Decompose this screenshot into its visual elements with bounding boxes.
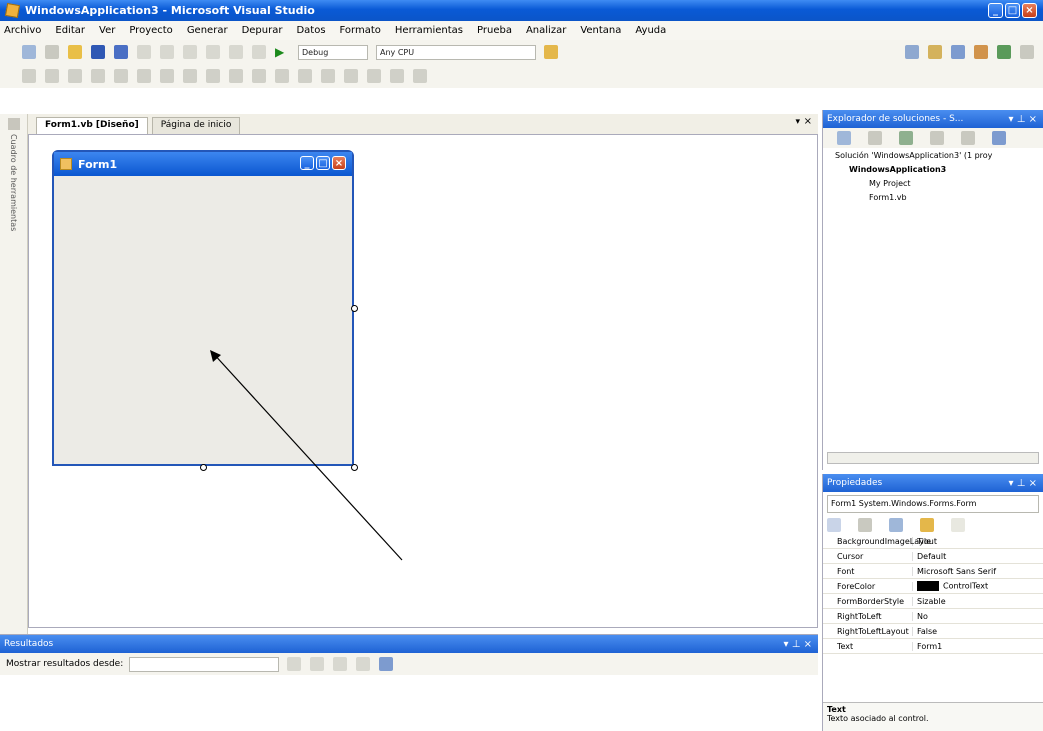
word-wrap-icon[interactable] — [379, 657, 394, 671]
output-label: Mostrar resultados desde: — [6, 659, 124, 669]
clear-all-icon[interactable] — [356, 657, 371, 671]
properties-toolbar — [823, 516, 1043, 534]
prop-row[interactable]: Text Form1 — [823, 639, 1043, 654]
tree-solution[interactable]: Solución 'WindowsApplication3' (1 proy — [835, 151, 1043, 165]
solution-scrollbar[interactable] — [827, 452, 1039, 464]
output-header: Resultados ▾ ⊥ × — [0, 635, 818, 653]
solution-explorer-pane: Explorador de soluciones - S... ▾ ⊥ × So… — [822, 110, 1043, 470]
output-title: Resultados — [4, 639, 54, 649]
description-title: Text — [827, 705, 846, 714]
se-class-diagram-icon[interactable] — [992, 131, 1006, 145]
prop-row[interactable]: RightToLeftLayout False — [823, 624, 1043, 639]
solution-explorer-header: Explorador de soluciones - S... ▾ ⊥ × — [823, 110, 1043, 128]
prev-message-icon[interactable] — [310, 657, 325, 671]
se-view-code-icon[interactable] — [930, 131, 944, 145]
color-swatch — [917, 581, 939, 591]
next-message-icon[interactable] — [333, 657, 348, 671]
prop-row[interactable]: BackgroundImageLayout Tile — [823, 534, 1043, 549]
props-view-icon[interactable] — [889, 518, 903, 532]
prop-row[interactable]: Font Microsoft Sans Serif — [823, 564, 1043, 579]
events-icon[interactable] — [920, 518, 934, 532]
alphabetical-icon[interactable] — [858, 518, 872, 532]
output-pane: Resultados ▾ ⊥ × Mostrar resultados desd… — [0, 634, 818, 731]
properties-header: Propiedades ▾ ⊥ × — [823, 474, 1043, 492]
se-properties-icon[interactable] — [837, 131, 851, 145]
property-description: Text Texto asociado al control. — [823, 702, 1043, 731]
se-show-all-icon[interactable] — [868, 131, 882, 145]
output-controls-icon[interactable]: ▾ ⊥ × — [784, 639, 812, 650]
se-view-designer-icon[interactable] — [961, 131, 975, 145]
output-toolbar: Mostrar resultados desde: — [0, 653, 818, 675]
prop-row[interactable]: RightToLeft No — [823, 609, 1043, 624]
solution-tree: Solución 'WindowsApplication3' (1 proy W… — [823, 148, 1043, 207]
solution-explorer-title: Explorador de soluciones - S... — [827, 114, 964, 124]
se-refresh-icon[interactable] — [899, 131, 913, 145]
output-source-combo[interactable] — [129, 656, 280, 672]
properties-grid: BackgroundImageLayout Tile Cursor Default … — [823, 534, 1043, 654]
tree-my-project[interactable]: My Project — [835, 179, 1043, 193]
properties-title: Propiedades — [827, 478, 883, 488]
prop-row[interactable]: FormBorderStyle Sizable — [823, 594, 1043, 609]
prop-row[interactable]: ForeColor ControlText — [823, 579, 1043, 594]
prop-row[interactable]: Cursor Default — [823, 549, 1043, 564]
properties-pane: Propiedades ▾ ⊥ × Form1 System.Windows.F… — [822, 474, 1043, 731]
pane-controls-icon[interactable]: ▾ ⊥ × — [1009, 114, 1037, 125]
object-selector[interactable]: Form1 System.Windows.Forms.Form — [827, 495, 1039, 513]
props-controls-icon[interactable]: ▾ ⊥ × — [1009, 478, 1037, 489]
description-body: Texto asociado al control. — [827, 714, 929, 723]
find-message-icon[interactable] — [287, 657, 302, 671]
tree-project[interactable]: WindowsApplication3 — [835, 165, 1043, 179]
property-pages-icon[interactable] — [951, 518, 965, 532]
solution-explorer-toolbar — [823, 128, 1043, 148]
tree-form1[interactable]: Form1.vb — [835, 193, 1043, 207]
categorized-icon[interactable] — [827, 518, 841, 532]
